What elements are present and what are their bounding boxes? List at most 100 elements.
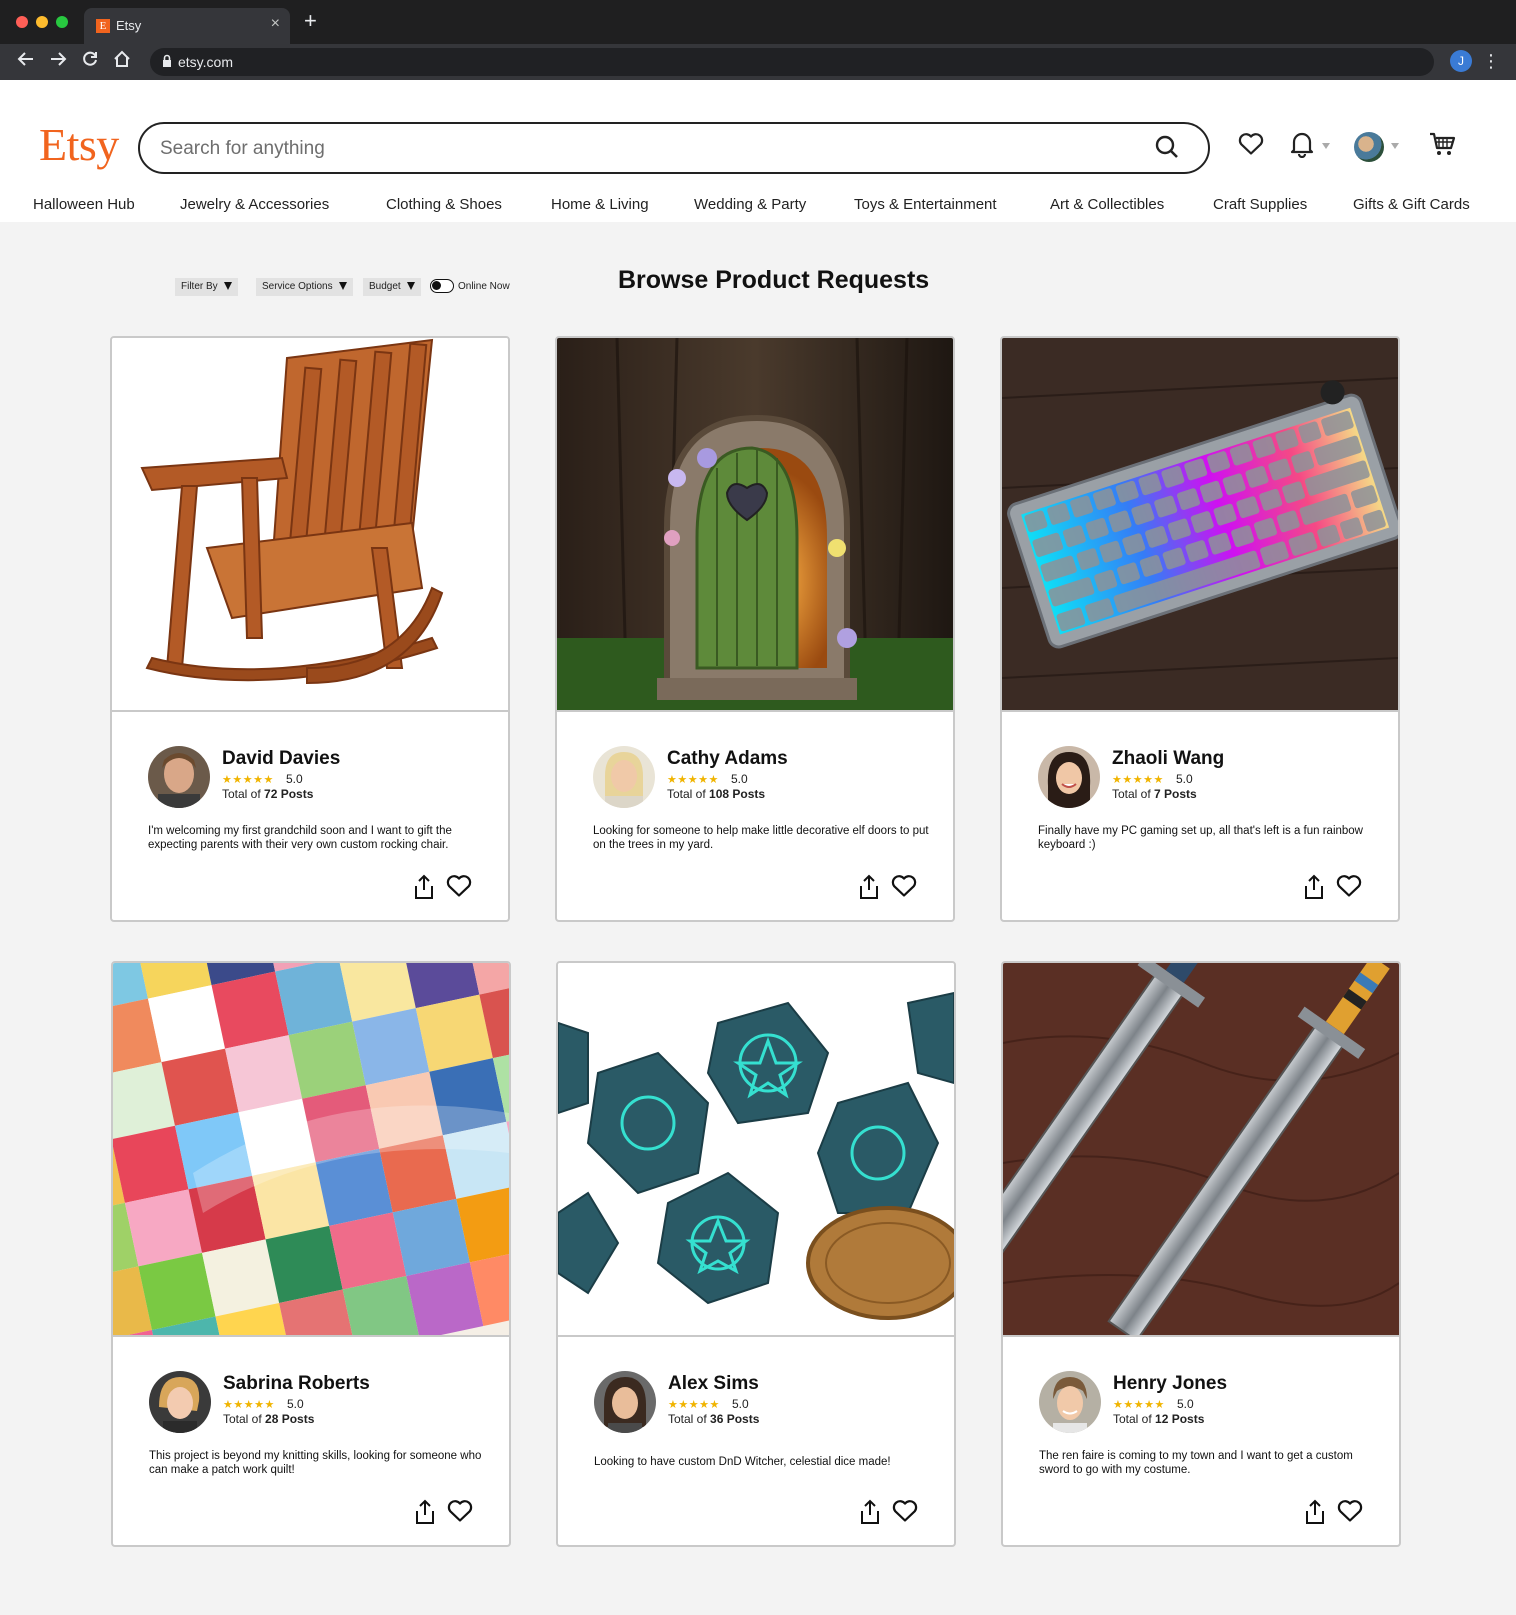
- rating-value: 5.0: [287, 1397, 304, 1411]
- request-description: I'm welcoming my first grandchild soon a…: [148, 825, 452, 851]
- search-bar: [138, 122, 1210, 174]
- category-clothing-shoes[interactable]: Clothing & Shoes: [386, 196, 502, 213]
- post-count-value: 72 Posts: [264, 787, 314, 801]
- browser-profile-avatar[interactable]: J: [1450, 50, 1472, 72]
- star-rating-icon: ★★★★★: [668, 1399, 720, 1411]
- post-count: Total of 36 Posts: [668, 1412, 759, 1426]
- tab-bar: E Etsy × +: [0, 0, 1516, 44]
- browser-menu-icon[interactable]: ⋮: [1482, 50, 1500, 72]
- request-card[interactable]: Henry Jones ★★★★★ 5.0 Total of 12 Posts …: [1001, 961, 1401, 1547]
- share-icon[interactable]: [413, 1499, 437, 1530]
- heart-icon[interactable]: [446, 874, 472, 903]
- rating-value: 5.0: [731, 772, 748, 786]
- maximize-window-button[interactable]: [56, 16, 68, 28]
- back-arrow-icon[interactable]: [14, 50, 38, 74]
- search-input[interactable]: [160, 136, 1060, 162]
- close-window-button[interactable]: [16, 16, 28, 28]
- bell-icon[interactable]: [1290, 130, 1314, 163]
- dropdown-arrow-icon: [406, 282, 415, 290]
- browser-tab[interactable]: E Etsy ×: [84, 8, 290, 44]
- category-home-living[interactable]: Home & Living: [551, 196, 649, 213]
- post-count: Total of 7 Posts: [1112, 787, 1197, 801]
- share-icon[interactable]: [412, 874, 436, 905]
- share-icon[interactable]: [858, 1499, 882, 1530]
- rainbow-keyboard-image[interactable]: [1002, 338, 1398, 712]
- service-options-dropdown[interactable]: Service Options: [256, 278, 353, 296]
- new-tab-icon[interactable]: +: [304, 10, 317, 32]
- category-art-collectibles[interactable]: Art & Collectibles: [1050, 196, 1164, 213]
- category-gifts-gift-cards[interactable]: Gifts & Gift Cards: [1353, 196, 1470, 213]
- category-wedding-party[interactable]: Wedding & Party: [694, 196, 806, 213]
- post-count: Total of 28 Posts: [223, 1412, 314, 1426]
- post-count-prefix: Total of: [223, 1412, 266, 1426]
- patchwork-quilt-image[interactable]: [113, 963, 509, 1337]
- dnd-dice-image[interactable]: [558, 963, 954, 1337]
- damascus-swords-image[interactable]: [1003, 963, 1399, 1337]
- notifications-dropdown-caret-icon[interactable]: [1322, 143, 1330, 149]
- avatar[interactable]: [1039, 1371, 1101, 1433]
- requester-name[interactable]: Zhaoli Wang: [1112, 748, 1224, 770]
- elf-door-image[interactable]: [557, 338, 953, 712]
- avatar[interactable]: [148, 746, 210, 808]
- tab-close-icon[interactable]: ×: [271, 15, 280, 33]
- post-count-prefix: Total of: [1113, 1412, 1156, 1426]
- reload-icon[interactable]: [78, 50, 102, 74]
- cart-icon[interactable]: [1428, 130, 1456, 163]
- post-count-value: 108 Posts: [709, 787, 766, 801]
- heart-icon[interactable]: [891, 874, 917, 903]
- account-dropdown-caret-icon[interactable]: [1391, 143, 1399, 149]
- star-rating-icon: ★★★★★: [222, 774, 274, 786]
- filter-by-dropdown[interactable]: Filter By: [175, 278, 238, 296]
- post-count-prefix: Total of: [668, 1412, 711, 1426]
- category-jewelry-accessories[interactable]: Jewelry & Accessories: [180, 196, 329, 213]
- requester-name[interactable]: Sabrina Roberts: [223, 1373, 370, 1395]
- user-avatar[interactable]: [1354, 132, 1384, 162]
- etsy-logo[interactable]: Etsy: [39, 118, 119, 171]
- avatar[interactable]: [1038, 746, 1100, 808]
- post-count: Total of 12 Posts: [1113, 1412, 1204, 1426]
- share-icon[interactable]: [1303, 1499, 1327, 1530]
- avatar[interactable]: [594, 1371, 656, 1433]
- request-card[interactable]: David Davies ★★★★★ 5.0 Total of 72 Posts…: [110, 336, 510, 922]
- dropdown-arrow-icon: [338, 282, 347, 290]
- heart-icon[interactable]: [447, 1499, 473, 1528]
- post-count-value: 36 Posts: [710, 1412, 760, 1426]
- url-text: etsy.com: [178, 54, 233, 70]
- search-icon[interactable]: [1154, 134, 1180, 165]
- requester-name[interactable]: Cathy Adams: [667, 748, 788, 770]
- budget-label: Budget: [369, 281, 401, 292]
- request-card[interactable]: Sabrina Roberts ★★★★★ 5.0 Total of 28 Po…: [111, 961, 511, 1547]
- avatar[interactable]: [149, 1371, 211, 1433]
- request-description: Looking for someone to help make little …: [593, 825, 929, 851]
- forward-arrow-icon[interactable]: [46, 50, 70, 74]
- home-icon[interactable]: [110, 50, 134, 74]
- request-card[interactable]: Zhaoli Wang ★★★★★ 5.0 Total of 7 Posts F…: [1000, 336, 1400, 922]
- heart-icon[interactable]: [1336, 874, 1362, 903]
- requester-name[interactable]: David Davies: [222, 748, 340, 770]
- heart-icon[interactable]: [892, 1499, 918, 1528]
- avatar[interactable]: [593, 746, 655, 808]
- rocking-chair-image[interactable]: [112, 338, 508, 712]
- request-card[interactable]: Alex Sims ★★★★★ 5.0 Total of 36 Posts Lo…: [556, 961, 956, 1547]
- rating-value: 5.0: [1176, 772, 1193, 786]
- favorites-heart-icon[interactable]: [1238, 132, 1264, 161]
- request-card[interactable]: Cathy Adams ★★★★★ 5.0 Total of 108 Posts…: [555, 336, 955, 922]
- rating-value: 5.0: [1177, 1397, 1194, 1411]
- share-icon[interactable]: [1302, 874, 1326, 905]
- share-icon[interactable]: [857, 874, 881, 905]
- minimize-window-button[interactable]: [36, 16, 48, 28]
- address-bar[interactable]: etsy.com: [150, 48, 1434, 76]
- heart-icon[interactable]: [1337, 1499, 1363, 1528]
- dropdown-arrow-icon: [223, 282, 232, 290]
- category-toys-entertainment[interactable]: Toys & Entertainment: [854, 196, 997, 213]
- requester-name[interactable]: Alex Sims: [668, 1373, 759, 1395]
- category-craft-supplies[interactable]: Craft Supplies: [1213, 196, 1307, 213]
- requester-name[interactable]: Henry Jones: [1113, 1373, 1227, 1395]
- etsy-favicon-icon: E: [96, 19, 110, 33]
- online-now-label: Online Now: [458, 281, 510, 292]
- star-rating-icon: ★★★★★: [667, 774, 719, 786]
- category-halloween-hub[interactable]: Halloween Hub: [33, 196, 135, 213]
- request-description: Looking to have custom DnD Witcher, cele…: [594, 1456, 891, 1468]
- budget-dropdown[interactable]: Budget: [363, 278, 421, 296]
- online-now-toggle[interactable]: [430, 279, 454, 293]
